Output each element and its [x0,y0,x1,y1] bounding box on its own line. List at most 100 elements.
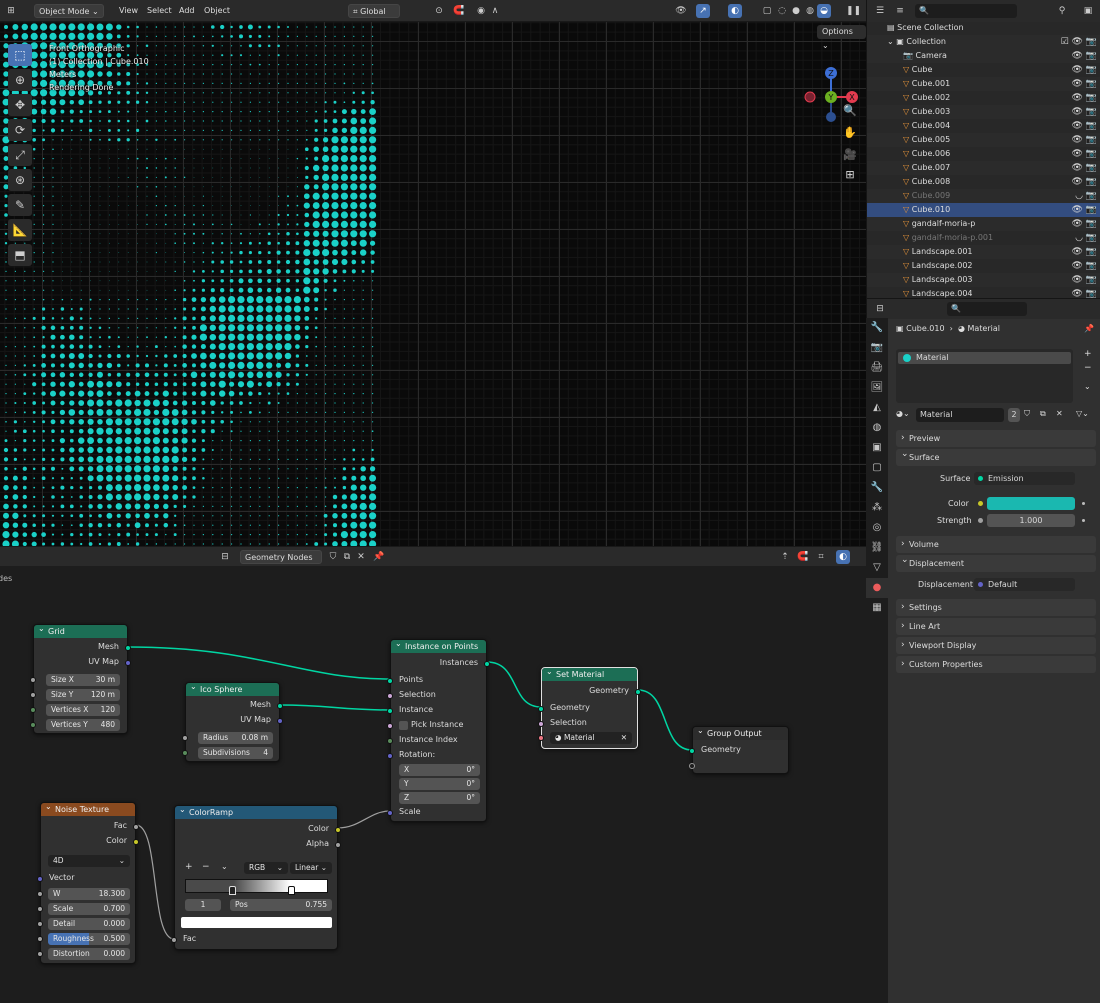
add-cube-icon[interactable]: ⬒ [8,244,32,266]
falloff-icon[interactable]: ∧ [488,4,502,18]
3d-viewport[interactable]: Front Orthographic (1) Collection | Cube… [0,22,866,546]
pick-instance-checkbox[interactable] [399,721,408,730]
grid-vertices-x-field[interactable]: Vertices X 120 [46,704,120,716]
colorramp-node[interactable]: ColorRamp Color Alpha + − ⌄ RGB⌄ Linear⌄… [171,803,341,950]
properties-type-icon[interactable]: ⊟ [873,302,887,316]
physics-tab-icon[interactable]: ◎ [866,518,888,538]
ramp-stop-color-swatch[interactable] [181,917,332,928]
noise-texture-node[interactable]: Noise Texture Fac Color 4D⌄ Vector W18.3… [37,800,139,964]
visibility-icons[interactable]: 👁 📷 [1072,77,1098,91]
unlink-material-icon[interactable]: ✕ [1056,409,1063,418]
visibility-icons[interactable]: 👁 📷 [1072,161,1098,175]
settings-panel[interactable]: Settings [896,599,1096,616]
modifier-tab-icon[interactable]: 🔧 [866,478,888,498]
outliner-item[interactable]: ▽ Cube.003 👁 📷 [867,105,1100,119]
pivot-icon[interactable]: ⊙ [432,4,446,18]
outliner-item[interactable]: ▽ Cube.005 👁 📷 [867,133,1100,147]
outliner-item[interactable]: ▽ Landscape.004 👁 📷 [867,287,1100,298]
socket[interactable] [387,678,393,684]
fake-user-icon[interactable]: ⛉ [326,550,340,564]
socket[interactable] [182,750,188,756]
pause-icon[interactable]: ❚❚ [846,4,861,18]
world-tab-icon[interactable]: ◍ [866,418,888,438]
visibility-icons[interactable]: 👁 📷 [1072,91,1098,105]
browse-material-icon[interactable]: ◕⌄ [896,409,910,418]
mode-dropdown[interactable]: Object Mode ⌄ [34,4,104,18]
grid-vertices-y-field[interactable]: Vertices Y 480 [46,719,120,731]
socket[interactable] [387,738,393,744]
material-slot-row[interactable]: Material [898,352,1071,364]
outliner-item[interactable]: ▽ Cube.009 ◡ 📷 [867,189,1100,203]
ico-sphere-node[interactable]: Ico Sphere Mesh UV Map Radius0.08 m Subd… [182,680,283,762]
clear-material-icon[interactable]: ✕ [621,732,627,744]
noise-scale-field[interactable]: Scale 0.700 [48,903,130,915]
menu-object[interactable]: Object [200,4,234,18]
overlay-nodes-icon[interactable]: ⌗ [814,550,828,564]
transform-icon[interactable]: ⊛ [8,169,32,191]
outliner-item[interactable]: ▽ Cube.007 👁 📷 [867,161,1100,175]
camera-view-icon[interactable]: 🎥 [842,148,858,164]
outliner-item[interactable]: ▽ Cube.010 👁 📷 [867,203,1100,217]
visibility-icons[interactable]: 👁 📷 [1072,105,1098,119]
socket[interactable] [37,936,43,942]
material-tab-icon[interactable]: ● [866,578,888,598]
grid-mesh-socket[interactable] [125,645,131,651]
material-selector[interactable]: ◕ Material ✕ [550,732,632,744]
node-tree-name-field[interactable]: Geometry Nodes [240,550,322,564]
socket[interactable] [37,921,43,927]
socket[interactable] [37,876,43,882]
grid-node[interactable]: Grid Mesh UV Map Size X30 m Size Y120 m … [30,622,131,734]
tool-tab-icon[interactable]: 🔧 [866,318,888,338]
remove-slot-icon[interactable]: − [1084,363,1092,373]
socket[interactable] [387,753,393,759]
material-name-field[interactable]: Material [916,408,1004,422]
socket[interactable] [30,677,36,683]
noise-roughness-field[interactable]: Roughness 0.500 [48,933,130,945]
socket[interactable] [387,693,393,699]
shading-rendered-icon[interactable]: ◒ [817,4,831,18]
shading-wire-icon[interactable]: ◌ [775,4,789,18]
fake-user-icon[interactable]: ⛉ [1024,409,1030,419]
select-box-icon[interactable]: ⬚ [8,44,32,66]
slot-menu-icon[interactable]: ⌄ [1084,382,1091,391]
snap-icon[interactable]: 🧲 [452,4,466,18]
grid-size-y-field[interactable]: Size Y 120 m [46,689,120,701]
add-stop-icon[interactable]: + [185,862,193,872]
visibility-icons[interactable]: ☑ 👁 📷 [1061,35,1097,49]
visibility-icons[interactable]: 👁 📷 [1072,119,1098,133]
socket[interactable] [37,891,43,897]
properties-search-input[interactable]: 🔍 [947,302,1027,316]
pin-icon[interactable]: 📌 [372,550,386,564]
volume-panel[interactable]: Volume [896,536,1096,553]
visibility-icons[interactable]: 👁 📷 [1072,287,1098,298]
visibility-icons[interactable]: 👁 📷 [1072,273,1098,287]
ramp-menu-icon[interactable]: ⌄ [221,862,228,871]
outliner-item[interactable]: ▽ Cube.001 👁 📷 [867,77,1100,91]
scene-collection-row[interactable]: ▤ Scene Collection [867,21,1100,35]
keyframe-dot[interactable] [1082,502,1085,505]
proportional-edit-icon[interactable]: ◉ [474,4,488,18]
visibility-icons[interactable]: 👁 📷 [1072,203,1098,217]
pin-icon[interactable]: 📌 [1084,324,1094,333]
visibility-icons[interactable]: 👁 📷 [1072,245,1098,259]
outliner-item[interactable]: 📷 Camera 👁 📷 [867,49,1100,63]
socket[interactable] [30,707,36,713]
remove-stop-icon[interactable]: − [202,862,210,872]
socket[interactable] [538,706,544,712]
surface-panel[interactable]: Surface [896,446,1096,466]
visibility-icons[interactable]: 👁 📷 [1072,133,1098,147]
outliner-item[interactable]: ▽ Cube.006 👁 📷 [867,147,1100,161]
noise-color-socket[interactable] [133,839,139,845]
socket[interactable] [37,951,43,957]
menu-view[interactable]: View [115,4,142,18]
socket[interactable] [171,937,177,943]
socket[interactable] [387,810,393,816]
ramp-stop-0[interactable] [229,886,236,895]
instance-on-points-node[interactable]: Instance on Points Instances Points Sele… [387,637,490,822]
visibility-icon[interactable]: 👁 [674,4,688,18]
node-tree-type-icon[interactable]: ⊟ [218,550,232,564]
collection-tab-icon[interactable]: ▣ [866,438,888,458]
lineart-panel[interactable]: Line Art [896,618,1096,635]
visibility-icons[interactable]: 👁 📷 [1072,217,1098,231]
outliner-item[interactable]: ▽ Cube.002 👁 📷 [867,91,1100,105]
